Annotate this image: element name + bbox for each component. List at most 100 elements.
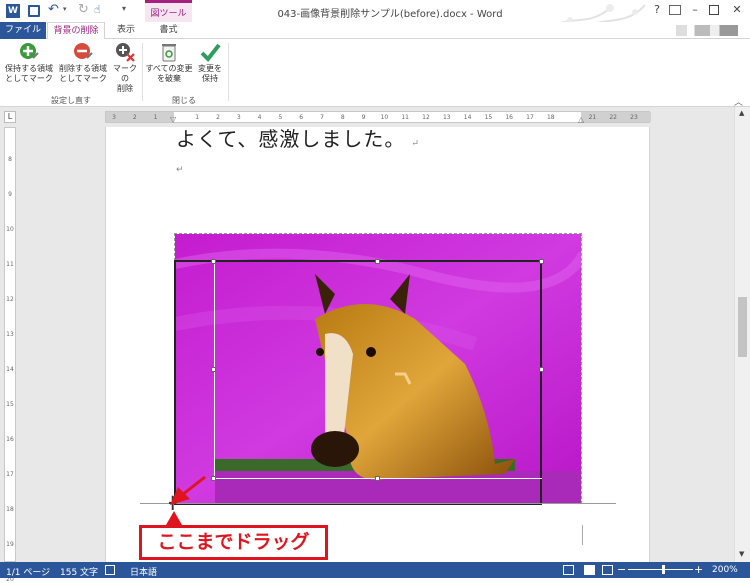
- vertical-scrollbar[interactable]: ▲ ▼: [734, 107, 750, 562]
- ruler-tick-label: 5: [278, 114, 283, 121]
- dropdown-arrow-icon[interactable]: ▾: [63, 5, 67, 13]
- ruler-tick-label: 1: [195, 114, 200, 121]
- keep-changes-label-2: 保持: [202, 74, 218, 83]
- horizontal-ruler[interactable]: 3 2 1 1 2 3 4 5 6 7 8 9 10 11 12 13 14 15 16 17 18 21 22 23: [105, 111, 651, 123]
- zoom-slider-thumb[interactable]: [662, 565, 665, 574]
- language-indicator[interactable]: 日本語: [130, 565, 157, 578]
- ribbon-tabs: ファイル 背景の削除 表示 書式: [0, 22, 750, 39]
- mark-keep-label-2: としてマーク: [5, 74, 53, 83]
- ruler-tick-label: 15: [484, 114, 493, 121]
- resize-handle[interactable]: [539, 259, 544, 264]
- text-content: よくて、感激しました。: [176, 127, 406, 151]
- ruler-tick-label: 4: [257, 114, 262, 121]
- body-text-line: よくて、感激しました。 ↵: [176, 123, 420, 152]
- discard-all-changes-button[interactable]: すべての変更 を破棄: [144, 41, 194, 84]
- tab-view[interactable]: 表示: [108, 22, 144, 39]
- ruler-tick-label: 9: [8, 191, 12, 198]
- ruler-tick-label: 3: [236, 114, 241, 121]
- mark-keep-button[interactable]: 保持する領域 としてマーク: [3, 41, 55, 84]
- user-account-avatar[interactable]: [676, 25, 738, 36]
- minus-pencil-icon: [74, 43, 93, 59]
- recycle-bin-icon: [162, 44, 176, 62]
- save-icon[interactable]: [28, 5, 40, 17]
- ruler-tick-label: 13: [442, 114, 451, 121]
- ruler-tick-label: 13: [6, 331, 14, 338]
- minimize-button[interactable]: –: [688, 3, 702, 17]
- right-indent-marker-icon[interactable]: △: [578, 115, 584, 124]
- zoom-slider[interactable]: [628, 565, 693, 574]
- close-button[interactable]: ✕: [730, 3, 744, 17]
- tab-selector[interactable]: L: [4, 111, 16, 123]
- customize-qat-icon[interactable]: ▾: [122, 4, 126, 13]
- ruler-tick-label: 14: [6, 366, 14, 373]
- vertical-ruler[interactable]: 8 9 10 11 12 13 14 15 16 17 18 19 20: [4, 127, 16, 583]
- ruler-tick-label: 6: [299, 114, 304, 121]
- ruler-tick-label: 9: [361, 114, 366, 121]
- word-count[interactable]: 155 文字: [60, 565, 98, 578]
- ruler-tick-label: 8: [8, 156, 12, 163]
- zoom-out-button[interactable]: −: [617, 563, 626, 576]
- ruler-tick-label: 2: [216, 114, 220, 121]
- restore-button[interactable]: [709, 5, 719, 15]
- zoom-level[interactable]: 200%: [712, 565, 738, 575]
- ruler-tick-label: 8: [340, 114, 345, 121]
- resize-handle[interactable]: [375, 476, 380, 481]
- group-label-close: 閉じる: [172, 96, 196, 105]
- resize-handle[interactable]: [211, 259, 216, 264]
- word-icon[interactable]: W: [6, 4, 20, 18]
- paragraph-mark: ↵: [411, 139, 420, 149]
- zoom-in-button[interactable]: +: [694, 563, 703, 576]
- proofing-icon[interactable]: [105, 565, 115, 575]
- group-divider: [228, 43, 229, 101]
- ruler-tick-label: 3: [112, 114, 116, 121]
- delete-mark-label-1: マークの: [113, 64, 137, 83]
- ruler-tick-label: 21: [588, 114, 597, 121]
- scroll-up-icon[interactable]: ▲: [739, 109, 744, 117]
- redo-icon[interactable]: ↻: [78, 2, 89, 17]
- ribbon-panel: 保持する領域 としてマーク 削除する領域 としてマーク マークの 削除 すべての…: [0, 39, 750, 108]
- plus-pencil-icon: [20, 43, 39, 59]
- delete-mark-button[interactable]: マークの 削除: [110, 41, 140, 94]
- ruler-tick-label: 16: [505, 114, 513, 121]
- title-bar: W ↶ ▾ ↻ ☝ ▾ 図ツール 043-画像背景削除サンプル(before).…: [0, 0, 750, 36]
- ruler-tick-label: 11: [401, 114, 409, 121]
- tab-background-removal[interactable]: 背景の削除: [47, 22, 105, 39]
- mark-remove-label-1: 削除する領域: [59, 64, 107, 73]
- web-layout-icon[interactable]: [602, 565, 613, 575]
- resize-handle[interactable]: [375, 259, 380, 264]
- ruler-tick-label: 14: [463, 114, 472, 121]
- tab-file[interactable]: ファイル: [0, 22, 46, 39]
- ruler-tick-label: 15: [6, 401, 14, 408]
- touch-mode-icon[interactable]: ☝: [94, 3, 101, 16]
- ribbon-display-options-icon[interactable]: [669, 5, 681, 15]
- tab-format[interactable]: 書式: [145, 22, 192, 39]
- ruler-tick-label: 7: [320, 114, 324, 121]
- ruler-tick-label: 22: [609, 114, 617, 121]
- keep-area-marquee[interactable]: [174, 260, 542, 505]
- mark-keep-label-1: 保持する領域: [5, 64, 53, 73]
- keep-changes-button[interactable]: 変更を 保持: [194, 41, 226, 84]
- group-label-refine: 設定し直す: [51, 96, 91, 105]
- scrollbar-thumb[interactable]: [738, 297, 747, 357]
- page-count[interactable]: 1/1 ページ: [6, 565, 50, 578]
- resize-handle[interactable]: [211, 367, 216, 372]
- ruler-tick-label: 17: [6, 471, 14, 478]
- ruler-tick-label: 10: [380, 114, 389, 121]
- mark-remove-label-2: としてマーク: [59, 74, 107, 83]
- scroll-down-icon[interactable]: ▼: [739, 550, 744, 558]
- print-layout-icon[interactable]: [584, 565, 595, 575]
- undo-icon[interactable]: ↶: [48, 2, 59, 17]
- read-mode-icon[interactable]: [563, 565, 574, 575]
- resize-handle[interactable]: [539, 367, 544, 372]
- status-bar: 1/1 ページ 155 文字 日本語 − + 200%: [0, 562, 750, 578]
- ruler-tick-label: 17: [526, 114, 534, 121]
- ruler-tick-label: 11: [6, 261, 14, 268]
- help-button[interactable]: ?: [650, 3, 664, 17]
- checkmark-icon: [200, 43, 221, 63]
- ruler-tick-label: 18: [546, 114, 555, 121]
- mark-remove-button[interactable]: 削除する領域 としてマーク: [57, 41, 109, 84]
- paragraph-mark: ↵: [176, 165, 184, 175]
- ruler-tick-label: 16: [6, 436, 14, 443]
- callout-text: ここまでドラッグ: [157, 531, 310, 553]
- context-tab-label: 図ツール: [150, 9, 187, 19]
